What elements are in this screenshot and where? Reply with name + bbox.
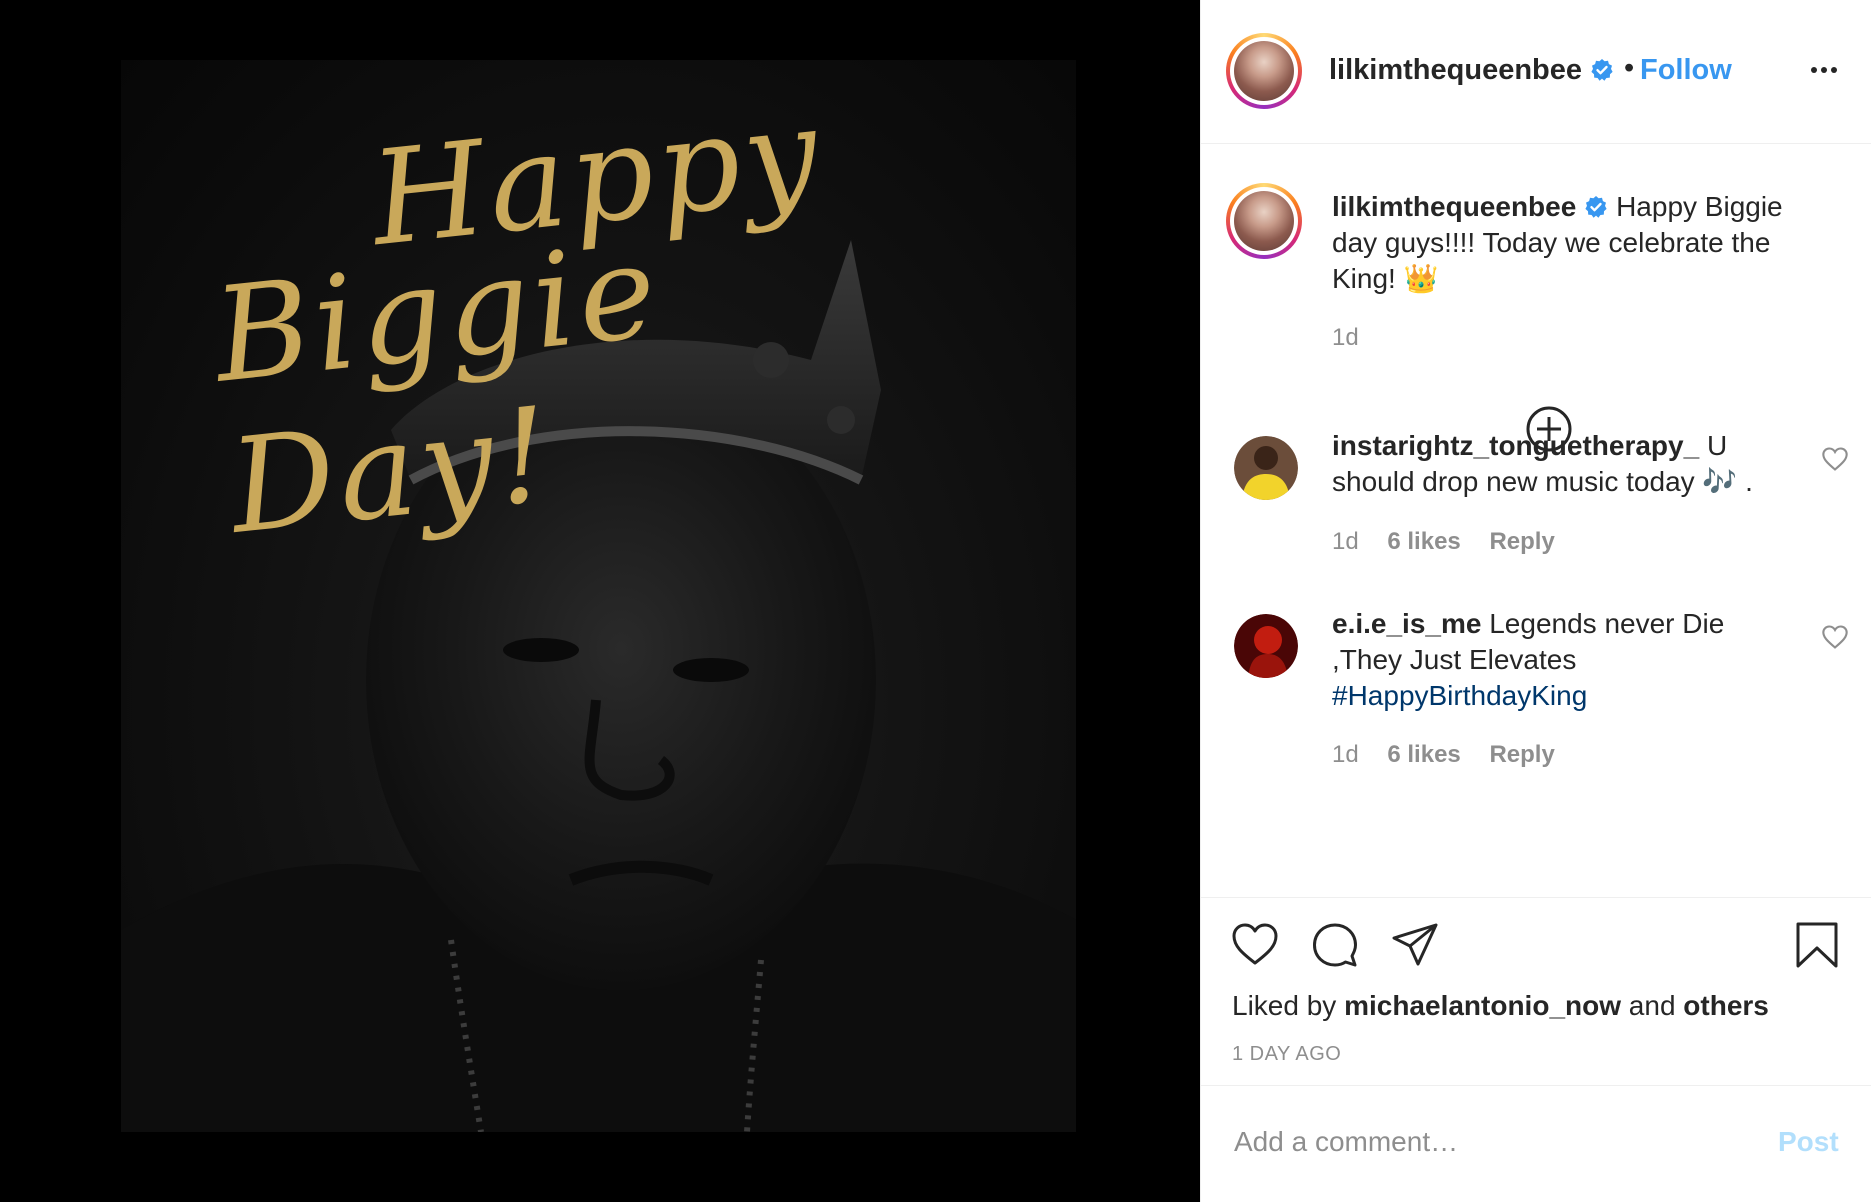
reply-button[interactable]: Reply	[1489, 528, 1554, 555]
verified-badge-icon	[1585, 196, 1607, 218]
liked-by-text: Liked by michaelantonio_now and others	[1232, 990, 1769, 1022]
post-timestamp[interactable]: 1 DAY AGO	[1232, 1043, 1341, 1066]
heart-icon[interactable]	[1821, 624, 1849, 650]
commenter-avatar[interactable]	[1234, 614, 1298, 678]
post-actions: Liked by michaelantonio_now and others 1…	[1201, 897, 1871, 1086]
caption-author-avatar[interactable]	[1226, 183, 1302, 259]
post-comment-button[interactable]: Post	[1778, 1126, 1839, 1158]
heart-icon[interactable]	[1821, 446, 1849, 472]
header-separator: •	[1624, 52, 1635, 84]
bookmark-icon[interactable]	[1792, 920, 1842, 970]
comment-likes[interactable]: 6 likes	[1387, 528, 1460, 555]
reply-button[interactable]: Reply	[1489, 741, 1554, 768]
comment-hashtag[interactable]: #HappyBirthdayKing	[1332, 680, 1587, 711]
caption-username[interactable]: lilkimthequeenbee	[1332, 191, 1576, 222]
comment-text: e.i.e_is_me Legends never Die ,They Just…	[1332, 606, 1772, 714]
commenter-avatar[interactable]	[1234, 436, 1298, 500]
liked-by-others[interactable]: others	[1683, 990, 1769, 1021]
post-media[interactable]: Happy Biggie Day!	[0, 0, 1200, 1202]
comment-time[interactable]: 1d	[1332, 741, 1359, 768]
comment-meta: 1d 6 likes Reply	[1332, 741, 1577, 769]
author-username[interactable]: lilkimthequeenbee	[1329, 54, 1614, 87]
comment-meta: 1d 6 likes Reply	[1332, 528, 1577, 556]
comments-thread[interactable]: lilkimthequeenbee Happy Biggie day guys!…	[1201, 144, 1871, 897]
happy-biggie-day-overlay: Happy Biggie Day!	[207, 77, 981, 563]
liked-by-joiner: and	[1628, 990, 1676, 1021]
caption-timestamp[interactable]: 1d	[1332, 324, 1359, 352]
comment-item: e.i.e_is_me Legends never Die ,They Just…	[1201, 606, 1871, 806]
add-comment-bar: Post	[1201, 1085, 1871, 1203]
comment-likes[interactable]: 6 likes	[1387, 741, 1460, 768]
comment-username[interactable]: e.i.e_is_me	[1332, 608, 1481, 639]
comment-input[interactable]	[1232, 1121, 1736, 1163]
author-username-text[interactable]: lilkimthequeenbee	[1329, 54, 1582, 86]
author-avatar[interactable]	[1226, 33, 1302, 109]
comment-username[interactable]: instarightz_tonguetherapy_	[1332, 430, 1699, 461]
post-sidebar: lilkimthequeenbee • Follow lilkimthequee…	[1200, 0, 1871, 1202]
comment-item: instarightz_tonguetherapy_ U should drop…	[1201, 428, 1871, 628]
instagram-post: Happy Biggie Day! lilkimthequeenbee • Fo…	[0, 0, 1872, 1202]
share-icon[interactable]	[1390, 920, 1440, 970]
verified-badge-icon	[1591, 59, 1613, 81]
post-photo: Happy Biggie Day!	[121, 60, 1076, 1132]
more-options-icon[interactable]	[1808, 58, 1840, 82]
caption-text-block: lilkimthequeenbee Happy Biggie day guys!…	[1332, 189, 1832, 297]
comment-text: instarightz_tonguetherapy_ U should drop…	[1332, 428, 1772, 500]
follow-button[interactable]: Follow	[1640, 54, 1732, 87]
liked-by-user[interactable]: michaelantonio_now	[1344, 990, 1621, 1021]
liked-by-prefix: Liked by	[1232, 990, 1337, 1021]
post-header: lilkimthequeenbee • Follow	[1201, 0, 1871, 144]
comment-time[interactable]: 1d	[1332, 528, 1359, 555]
like-heart-icon[interactable]	[1230, 920, 1280, 970]
comment-icon[interactable]	[1310, 920, 1360, 970]
